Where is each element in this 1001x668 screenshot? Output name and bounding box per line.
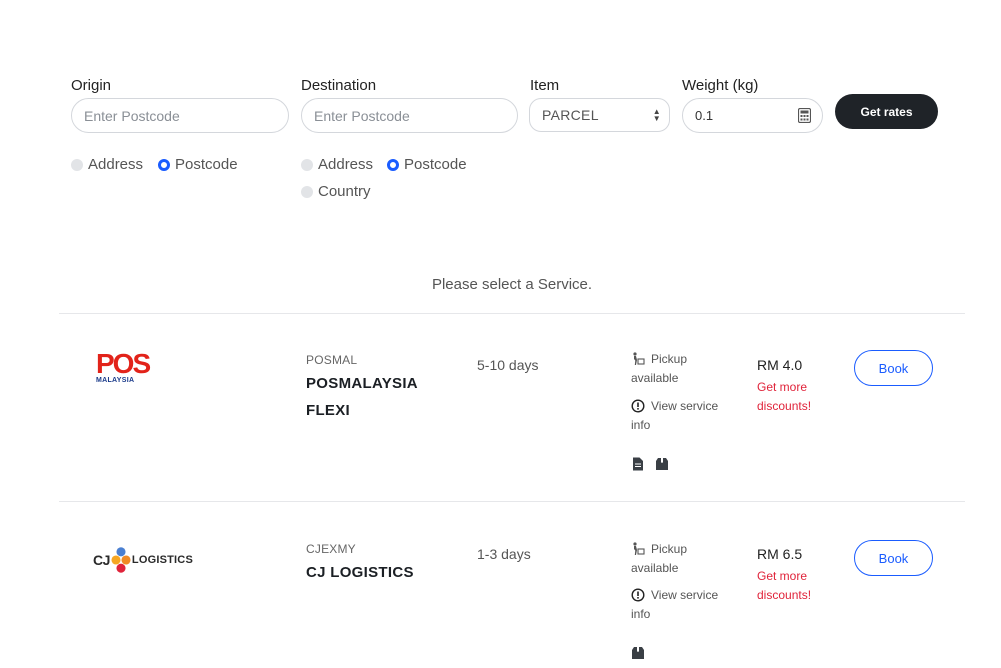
weight-label: Weight (kg) — [682, 77, 759, 94]
destination-field[interactable] — [301, 98, 518, 133]
radio-label: Postcode — [404, 156, 467, 173]
radio-unchecked-icon — [301, 158, 313, 171]
discount-text: discounts! — [757, 399, 812, 413]
logo-text: POS — [96, 348, 151, 379]
view-service-info-link[interactable]: View service info — [631, 397, 718, 435]
divider — [59, 313, 965, 314]
radio-unchecked-icon — [71, 158, 83, 171]
parcel-box-icon — [656, 458, 668, 470]
delivery-days: 5-10 days — [477, 357, 539, 373]
view-service-text: View service — [651, 588, 719, 602]
item-select-value: PARCEL — [542, 107, 599, 123]
service-name: POSMALAYSIA FLEXI — [306, 370, 418, 424]
radio-label: Address — [318, 156, 374, 173]
weight-input[interactable]: 0.1 — [695, 108, 713, 123]
service-code: CJEXMY — [306, 542, 356, 556]
service-code: POSMAL — [306, 353, 358, 367]
select-arrows-icon: ▲ ▼ — [652, 107, 661, 123]
service-name-line: POSMALAYSIA — [306, 375, 418, 392]
discount-text: Get more — [757, 380, 808, 394]
pickup-info: Pickup available — [631, 350, 687, 388]
discount-text: discounts! — [757, 588, 812, 602]
view-service-text-2: info — [631, 418, 651, 432]
alert-circle-icon — [631, 399, 645, 413]
radio-checked-icon — [158, 158, 170, 171]
origin-label: Origin — [71, 77, 112, 94]
origin-radio-postcode[interactable]: Postcode — [158, 156, 238, 173]
item-label: Item — [530, 77, 560, 94]
pickup-text-2: available — [631, 561, 679, 575]
pickup-text-2: available — [631, 371, 679, 385]
radio-label: Postcode — [175, 156, 238, 173]
service-name: CJ LOGISTICS — [306, 559, 414, 586]
book-button[interactable]: Book — [854, 350, 933, 386]
origin-field[interactable] — [71, 98, 289, 133]
cj-logo-text: LOGISTICS — [131, 554, 193, 566]
discount-link[interactable]: Get more discounts! — [757, 567, 811, 605]
destination-radio-country[interactable]: Country — [301, 183, 371, 200]
radio-label: Address — [88, 156, 144, 173]
radio-checked-icon — [387, 158, 399, 171]
view-service-text: View service — [651, 399, 719, 413]
view-service-text-2: info — [631, 607, 651, 621]
parcel-box-icon — [632, 647, 644, 659]
radio-label: Country — [318, 183, 371, 200]
service-price: RM 4.0 — [757, 357, 803, 373]
document-icon — [633, 457, 643, 471]
service-name-line: FLEXI — [306, 402, 351, 419]
item-select[interactable]: PARCEL ▲ ▼ — [529, 98, 670, 132]
cj-logistics-logo: CJ LOGISTICS — [93, 541, 198, 579]
origin-postcode-input[interactable] — [84, 107, 288, 124]
posmalaysia-logo: POS MALAYSIA — [96, 350, 158, 390]
destination-radio-postcode[interactable]: Postcode — [387, 156, 467, 173]
service-price: RM 6.5 — [757, 546, 803, 562]
delivery-days: 1-3 days — [477, 546, 531, 562]
pickup-text: Pickup — [651, 352, 688, 366]
view-service-info-link[interactable]: View service info — [631, 586, 718, 624]
get-rates-button[interactable]: Get rates — [835, 94, 938, 129]
weight-field[interactable]: 0.1 — [682, 98, 823, 133]
origin-radio-address[interactable]: Address — [71, 156, 143, 173]
pickup-icon — [633, 352, 645, 365]
destination-postcode-input[interactable] — [314, 107, 517, 124]
alert-circle-icon — [631, 588, 645, 602]
discount-text: Get more — [757, 569, 808, 583]
service-name-line: CJ LOGISTICS — [306, 564, 414, 581]
pickup-info: Pickup available — [631, 540, 687, 578]
cj-logo-letters: CJ — [93, 552, 110, 568]
pickup-icon — [633, 542, 645, 555]
radio-unchecked-icon — [301, 185, 313, 198]
pickup-text: Pickup — [651, 542, 688, 556]
calculator-icon[interactable] — [798, 108, 811, 123]
book-button[interactable]: Book — [854, 540, 933, 576]
destination-label: Destination — [301, 77, 377, 94]
discount-link[interactable]: Get more discounts! — [757, 378, 811, 416]
cj-flower-icon — [111, 547, 131, 573]
divider — [59, 501, 965, 502]
destination-radio-address[interactable]: Address — [301, 156, 373, 173]
select-service-message: Please select a Service. — [431, 276, 593, 293]
